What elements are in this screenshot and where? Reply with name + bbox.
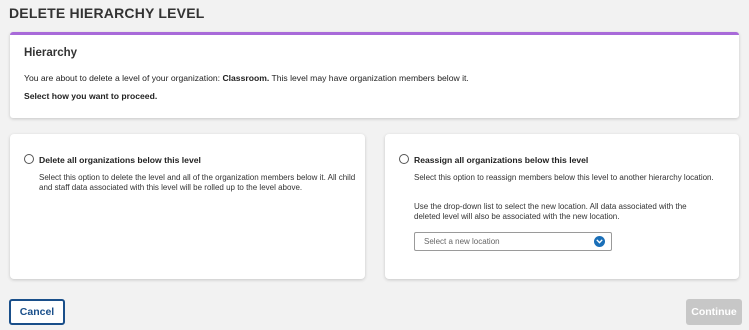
cancel-button[interactable]: Cancel bbox=[9, 299, 65, 325]
reassign-description-2: Use the drop-down list to select the new… bbox=[414, 202, 687, 221]
new-location-placeholder: Select a new location bbox=[424, 237, 500, 246]
proceed-prompt: Select how you want to proceed. bbox=[24, 91, 158, 101]
new-location-select[interactable]: Select a new location bbox=[414, 232, 612, 251]
hierarchy-level-name: Classroom. bbox=[222, 73, 270, 83]
delete-all-description: Select this option to delete the level a… bbox=[39, 173, 356, 192]
page-title: DELETE HIERARCHY LEVEL bbox=[9, 5, 205, 21]
delete-all-label[interactable]: Delete all organizations below this leve… bbox=[39, 155, 201, 165]
delete-all-radio[interactable] bbox=[24, 154, 34, 164]
hierarchy-message-prefix: You are about to delete a level of your … bbox=[24, 73, 223, 83]
continue-button[interactable]: Continue bbox=[686, 299, 742, 325]
hierarchy-message-suffix: This level may have organization members… bbox=[269, 73, 469, 83]
chevron-down-icon[interactable] bbox=[594, 236, 605, 247]
reassign-all-option-card[interactable]: Reassign all organizations below this le… bbox=[385, 134, 739, 279]
reassign-description-1: Select this option to reassign members b… bbox=[414, 173, 714, 182]
reassign-all-radio[interactable] bbox=[399, 154, 409, 164]
hierarchy-message: You are about to delete a level of your … bbox=[24, 73, 469, 83]
reassign-all-label[interactable]: Reassign all organizations below this le… bbox=[414, 155, 588, 165]
hierarchy-title: Hierarchy bbox=[24, 47, 78, 59]
delete-all-option-card[interactable]: Delete all organizations below this leve… bbox=[10, 134, 365, 279]
hierarchy-card: Hierarchy You are about to delete a leve… bbox=[10, 32, 739, 118]
